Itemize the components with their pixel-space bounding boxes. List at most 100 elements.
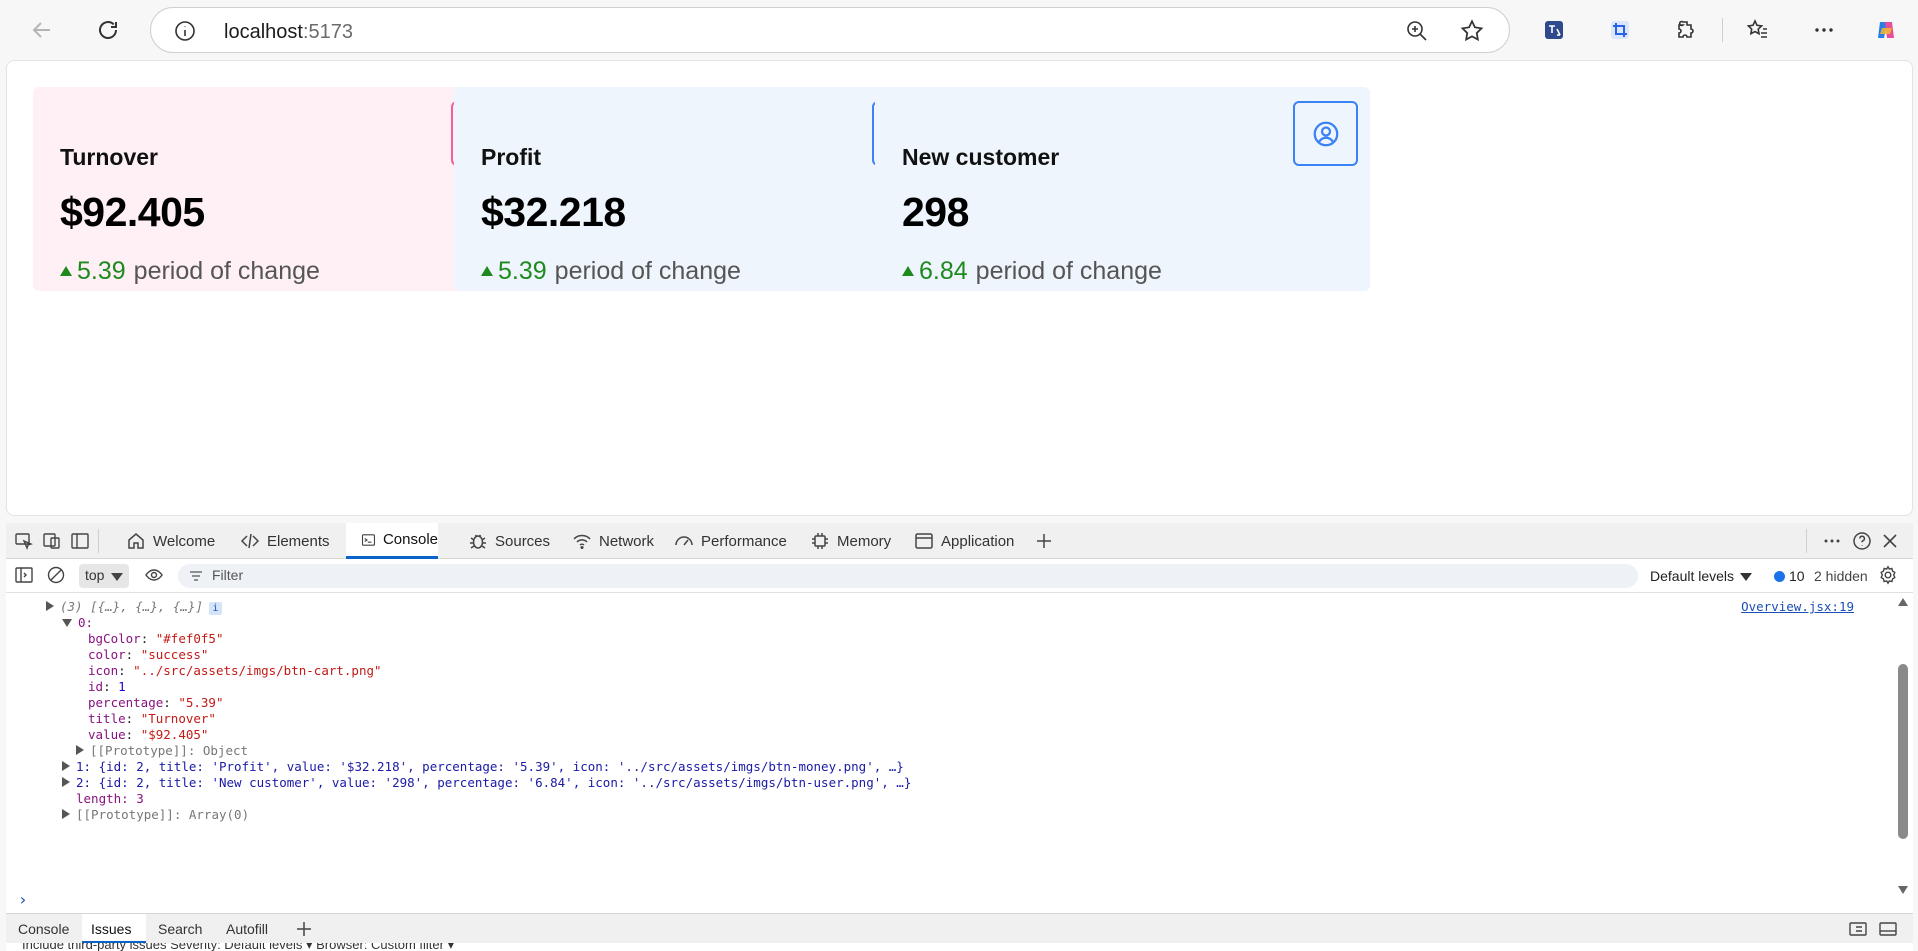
arrow-left-icon — [32, 22, 50, 38]
card-icon-button[interactable] — [1293, 101, 1358, 166]
device-emulation-icon[interactable] — [42, 531, 62, 551]
expand-icon[interactable] — [62, 761, 70, 771]
source-link[interactable]: Overview.jsx:19 — [1741, 599, 1854, 614]
collapse-icon[interactable] — [62, 619, 72, 627]
message-icon — [1774, 571, 1785, 582]
zoom-icon[interactable] — [1405, 19, 1429, 43]
card-change: 5.39 period of change — [481, 257, 741, 286]
object-row[interactable]: 1: {id: 2, title: 'Profit', value: '$32.… — [62, 759, 904, 774]
window-icon — [915, 533, 933, 549]
settings-gear-icon[interactable] — [1878, 565, 1898, 585]
scroll-thumb[interactable] — [1898, 664, 1908, 839]
eye-icon[interactable] — [144, 565, 164, 585]
expand-icon[interactable] — [46, 601, 54, 611]
address-bar[interactable]: localhost:5173 — [150, 7, 1510, 53]
devtools-tabbar: Welcome Elements Console Sources Network… — [6, 523, 1913, 559]
clear-console-icon[interactable] — [46, 565, 66, 585]
object-row[interactable]: 2: {id: 2, title: 'New customer', value:… — [62, 775, 911, 790]
refresh-button[interactable] — [90, 12, 126, 48]
console-scrollbar[interactable] — [1895, 594, 1911, 904]
prototype-row[interactable]: [[Prototype]]: Object — [76, 743, 248, 758]
expand-icon[interactable] — [76, 745, 84, 755]
crop-extension-button[interactable] — [1602, 12, 1638, 48]
card-percentage: 5.39 — [498, 257, 547, 285]
console-toolbar: top Filter Default levels 10 2 hidden — [6, 559, 1913, 593]
translate-extension-button[interactable] — [1536, 12, 1572, 48]
favorites-button[interactable] — [1740, 12, 1776, 48]
property-row: icon: "../src/assets/imgs/btn-cart.png" — [88, 663, 382, 678]
code-icon — [240, 533, 260, 549]
tab-memory[interactable]: Memory — [810, 523, 891, 559]
copilot-icon — [1878, 22, 1894, 38]
property-row: title: "Turnover" — [88, 711, 216, 726]
bug-icon — [470, 534, 486, 549]
arrow-up-icon — [902, 265, 914, 276]
scroll-down-icon[interactable] — [1898, 886, 1908, 894]
crop-icon — [1611, 21, 1629, 39]
browser-toolbar: localhost:5173 — [0, 0, 1918, 60]
tab-elements[interactable]: Elements — [240, 523, 330, 559]
info-icon[interactable] — [173, 19, 197, 43]
more-options-icon[interactable] — [1822, 531, 1842, 551]
console-prompt[interactable]: › — [18, 890, 28, 909]
expand-icon[interactable] — [62, 777, 70, 787]
more-horizontal-icon — [1815, 28, 1833, 32]
speedometer-icon — [675, 536, 693, 546]
expand-icon[interactable] — [62, 809, 70, 819]
drawer-tab-search[interactable]: Search — [158, 914, 202, 944]
chevron-down-icon — [1740, 573, 1753, 582]
favorites-list-icon — [1746, 19, 1767, 38]
log-levels-dropdown[interactable]: Default levels — [1650, 568, 1753, 584]
help-icon[interactable] — [1852, 531, 1872, 551]
message-count[interactable]: 10 — [1774, 568, 1805, 584]
url-text: localhost:5173 — [224, 21, 353, 43]
tab-console[interactable]: Console — [346, 523, 438, 559]
sidebar-toggle-icon[interactable] — [14, 565, 34, 585]
drawer-tabbar: Console Issues Search Autofill — [6, 913, 1913, 944]
card-change-label: period of change — [975, 257, 1162, 285]
hidden-count: 2 hidden — [1814, 568, 1868, 584]
home-icon — [128, 533, 144, 549]
card-change-label: period of change — [554, 257, 741, 285]
card-percentage: 6.84 — [919, 257, 968, 285]
dock-drawer-icon[interactable] — [1848, 919, 1868, 939]
tab-application[interactable]: Application — [914, 523, 1014, 559]
tab-welcome[interactable]: Welcome — [126, 523, 215, 559]
card-change: 6.84 period of change — [902, 257, 1162, 286]
info-badge-icon: i — [209, 602, 222, 615]
copilot-button[interactable] — [1868, 12, 1904, 48]
tab-performance[interactable]: Performance — [674, 523, 787, 559]
log-entry[interactable]: (3) [{…}, {…}, {…}] i — [46, 599, 222, 615]
property-row: id: 1 — [88, 679, 126, 694]
card-change: 5.39 period of change — [60, 257, 320, 286]
extensions-button[interactable] — [1668, 12, 1704, 48]
tab-network[interactable]: Network — [572, 523, 654, 559]
dock-side-icon[interactable] — [70, 531, 90, 551]
more-menu-button[interactable] — [1806, 12, 1842, 48]
close-icon[interactable] — [1880, 531, 1900, 551]
devtools-panel: Welcome Elements Console Sources Network… — [6, 523, 1913, 951]
console-output: (3) [{…}, {…}, {…}] i Overview.jsx:19 0: … — [6, 594, 1894, 904]
scroll-up-icon[interactable] — [1898, 598, 1908, 606]
property-row: value: "$92.405" — [88, 727, 209, 742]
issues-filter-row: Include third-party issues Severity: Def… — [6, 943, 1913, 951]
favorite-star-icon[interactable] — [1459, 18, 1485, 44]
back-button[interactable] — [24, 12, 60, 48]
arrow-up-icon — [60, 265, 72, 276]
add-drawer-tab-icon[interactable] — [294, 919, 314, 939]
tab-sources[interactable]: Sources — [468, 523, 550, 559]
filter-input[interactable]: Filter — [178, 564, 1638, 588]
add-tab-icon[interactable] — [1034, 531, 1054, 551]
wifi-icon — [573, 534, 591, 550]
length-row: length: 3 — [76, 791, 144, 806]
property-row: percentage: "5.39" — [88, 695, 224, 710]
drawer-tab-issues[interactable]: Issues — [82, 914, 146, 944]
object-row[interactable]: 0: — [62, 615, 93, 630]
close-drawer-icon[interactable] — [1878, 919, 1898, 939]
page-viewport: Turnover $92.405 5.39 period of change P… — [6, 60, 1913, 516]
drawer-tab-console[interactable]: Console — [18, 914, 69, 944]
drawer-tab-autofill[interactable]: Autofill — [226, 914, 268, 944]
inspect-element-icon[interactable] — [14, 531, 34, 551]
prototype-row[interactable]: [[Prototype]]: Array(0) — [62, 807, 249, 822]
context-selector[interactable]: top — [79, 564, 129, 588]
